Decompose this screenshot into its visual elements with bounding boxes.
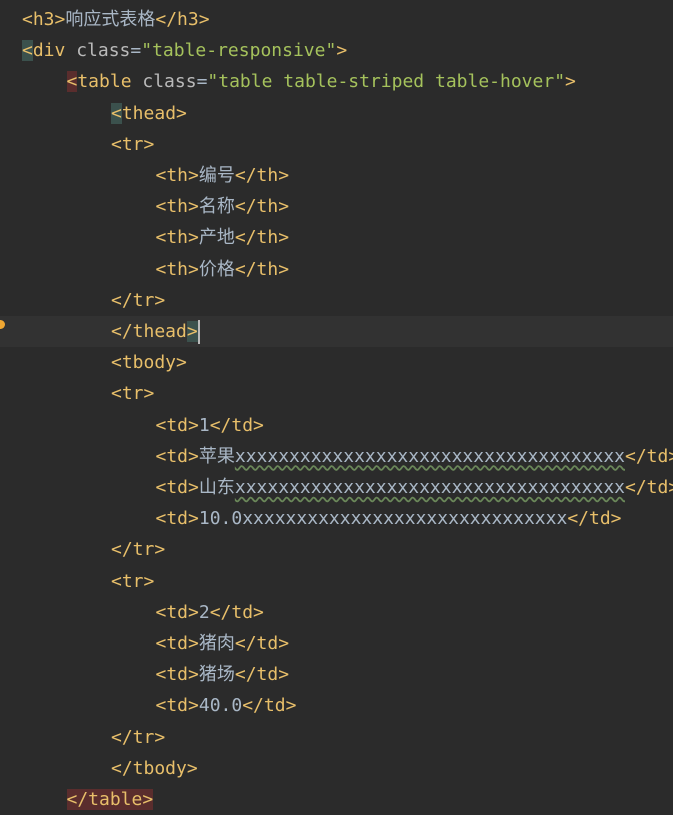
code-token: 产地 xyxy=(198,227,235,249)
code-token: <tbody> xyxy=(111,352,187,374)
code-token: </td> xyxy=(209,414,264,436)
code-token: <td> xyxy=(155,445,199,467)
code-token: </td> xyxy=(234,633,290,654)
code-token: </td> xyxy=(234,664,290,686)
code-token: </th> xyxy=(234,196,290,218)
code-token: </tr> xyxy=(111,289,166,311)
code-line[interactable]: </tr> xyxy=(0,722,673,753)
code-token: xxxxxxxxxxxxxxxxxxxxxxxxxxxxxxxxxxxx xyxy=(234,445,625,467)
code-line[interactable]: <td>山东xxxxxxxxxxxxxxxxxxxxxxxxxxxxxxxxxx… xyxy=(0,472,673,503)
code-token: > xyxy=(186,321,198,342)
code-token: </th> xyxy=(234,165,290,186)
code-line[interactable]: <td>1</td> xyxy=(0,410,673,441)
code-token: </tbody> xyxy=(111,757,198,779)
code-token: > xyxy=(336,40,348,62)
code-token: </th> xyxy=(234,258,290,280)
code-token: </td> xyxy=(567,508,622,530)
text-caret xyxy=(197,320,200,344)
code-token: < xyxy=(66,71,78,93)
code-token: <th> xyxy=(155,165,199,186)
code-token: > xyxy=(565,71,576,93)
code-token: table xyxy=(77,71,132,93)
code-token: < xyxy=(22,40,33,62)
code-token: </td> xyxy=(625,477,673,498)
code-token: </h3> xyxy=(155,9,210,30)
code-token: <td> xyxy=(155,508,199,530)
code-token: 山东 xyxy=(198,477,235,498)
code-token: = xyxy=(196,71,208,93)
code-token: < xyxy=(111,102,122,124)
code-line[interactable]: <td>苹果xxxxxxxxxxxxxxxxxxxxxxxxxxxxxxxxxx… xyxy=(0,441,673,472)
code-token: 名称 xyxy=(198,196,235,218)
code-token: 40.0 xyxy=(198,695,243,717)
code-token: </td> xyxy=(209,601,264,623)
code-token: thead> xyxy=(121,102,187,124)
code-token: </table> xyxy=(66,789,154,810)
code-token: "table-responsive" xyxy=(141,40,337,62)
code-line[interactable]: <th>价格</th> xyxy=(0,254,673,285)
code-token: <td> xyxy=(155,633,199,654)
code-token: <td> xyxy=(155,695,199,717)
code-line[interactable]: <td>40.0</td> xyxy=(0,690,673,721)
code-token: </tr> xyxy=(111,539,166,561)
code-token: <td> xyxy=(155,664,199,686)
code-line[interactable]: <tr> xyxy=(0,566,673,597)
code-token: </td> xyxy=(242,695,297,717)
code-token: class xyxy=(65,40,131,62)
code-line[interactable]: </thead> xyxy=(0,316,673,347)
code-token: </thead xyxy=(111,321,187,342)
code-token: <td> xyxy=(155,601,199,623)
code-token: 价格 xyxy=(198,258,235,280)
code-token: class xyxy=(131,71,197,93)
code-token: 猪场 xyxy=(198,664,235,686)
code-editor[interactable]: <h3>响应式表格</h3> <div class="table-responsi… xyxy=(0,0,673,810)
code-line[interactable]: </tr> xyxy=(0,285,673,316)
code-token: 2 xyxy=(198,601,210,623)
code-token: xxxxxxxxxxxxxxxxxxxxxxxxxxxxxxxxxxxx xyxy=(234,477,625,498)
code-line[interactable]: <thead> xyxy=(0,98,673,129)
code-line[interactable]: <tr> xyxy=(0,378,673,409)
code-token: </tr> xyxy=(111,726,166,748)
code-line[interactable]: <td>猪肉</td> xyxy=(0,628,673,659)
code-token: 猪肉 xyxy=(198,633,235,654)
code-line[interactable]: <table class="table table-striped table-… xyxy=(0,66,673,97)
code-line[interactable]: <th>名称</th> xyxy=(0,191,673,222)
code-line[interactable]: <th>编号</th> xyxy=(0,160,673,191)
code-token: <th> xyxy=(155,258,199,280)
code-line[interactable]: </table> xyxy=(0,784,673,815)
code-token: "table table-striped table-hover" xyxy=(207,71,566,93)
code-token: </th> xyxy=(234,227,290,249)
code-token: div xyxy=(32,40,66,62)
code-line[interactable]: </tr> xyxy=(0,534,673,565)
code-line[interactable]: <td>猪场</td> xyxy=(0,659,673,690)
code-token: 10.0xxxxxxxxxxxxxxxxxxxxxxxxxxxxxx xyxy=(198,508,568,530)
code-token: 响应式表格 xyxy=(65,9,156,30)
code-line[interactable]: <tr> xyxy=(0,129,673,160)
code-token: <tr> xyxy=(111,570,155,592)
code-token: <h3> xyxy=(22,9,66,30)
code-token: <td> xyxy=(155,477,199,498)
code-line[interactable]: <td>2</td> xyxy=(0,597,673,628)
code-token: = xyxy=(130,40,142,62)
code-line[interactable]: <td>10.0xxxxxxxxxxxxxxxxxxxxxxxxxxxxxx</… xyxy=(0,503,673,534)
code-token: 编号 xyxy=(198,165,235,186)
code-token: <tr> xyxy=(111,133,155,155)
code-token: <tr> xyxy=(111,383,155,405)
code-line[interactable]: <h3>响应式表格</h3> xyxy=(0,4,673,35)
code-token: 苹果 xyxy=(198,445,235,467)
code-token: <th> xyxy=(155,196,199,218)
code-token: </td> xyxy=(625,445,673,467)
code-line[interactable]: </tbody> xyxy=(0,753,673,784)
code-line[interactable]: <th>产地</th> xyxy=(0,222,673,253)
code-token: <th> xyxy=(155,227,199,249)
code-line[interactable]: <div class="table-responsive"> xyxy=(0,35,673,66)
code-line[interactable]: <tbody> xyxy=(0,347,673,378)
code-token: <td> xyxy=(155,414,199,436)
code-token: 1 xyxy=(198,414,210,436)
